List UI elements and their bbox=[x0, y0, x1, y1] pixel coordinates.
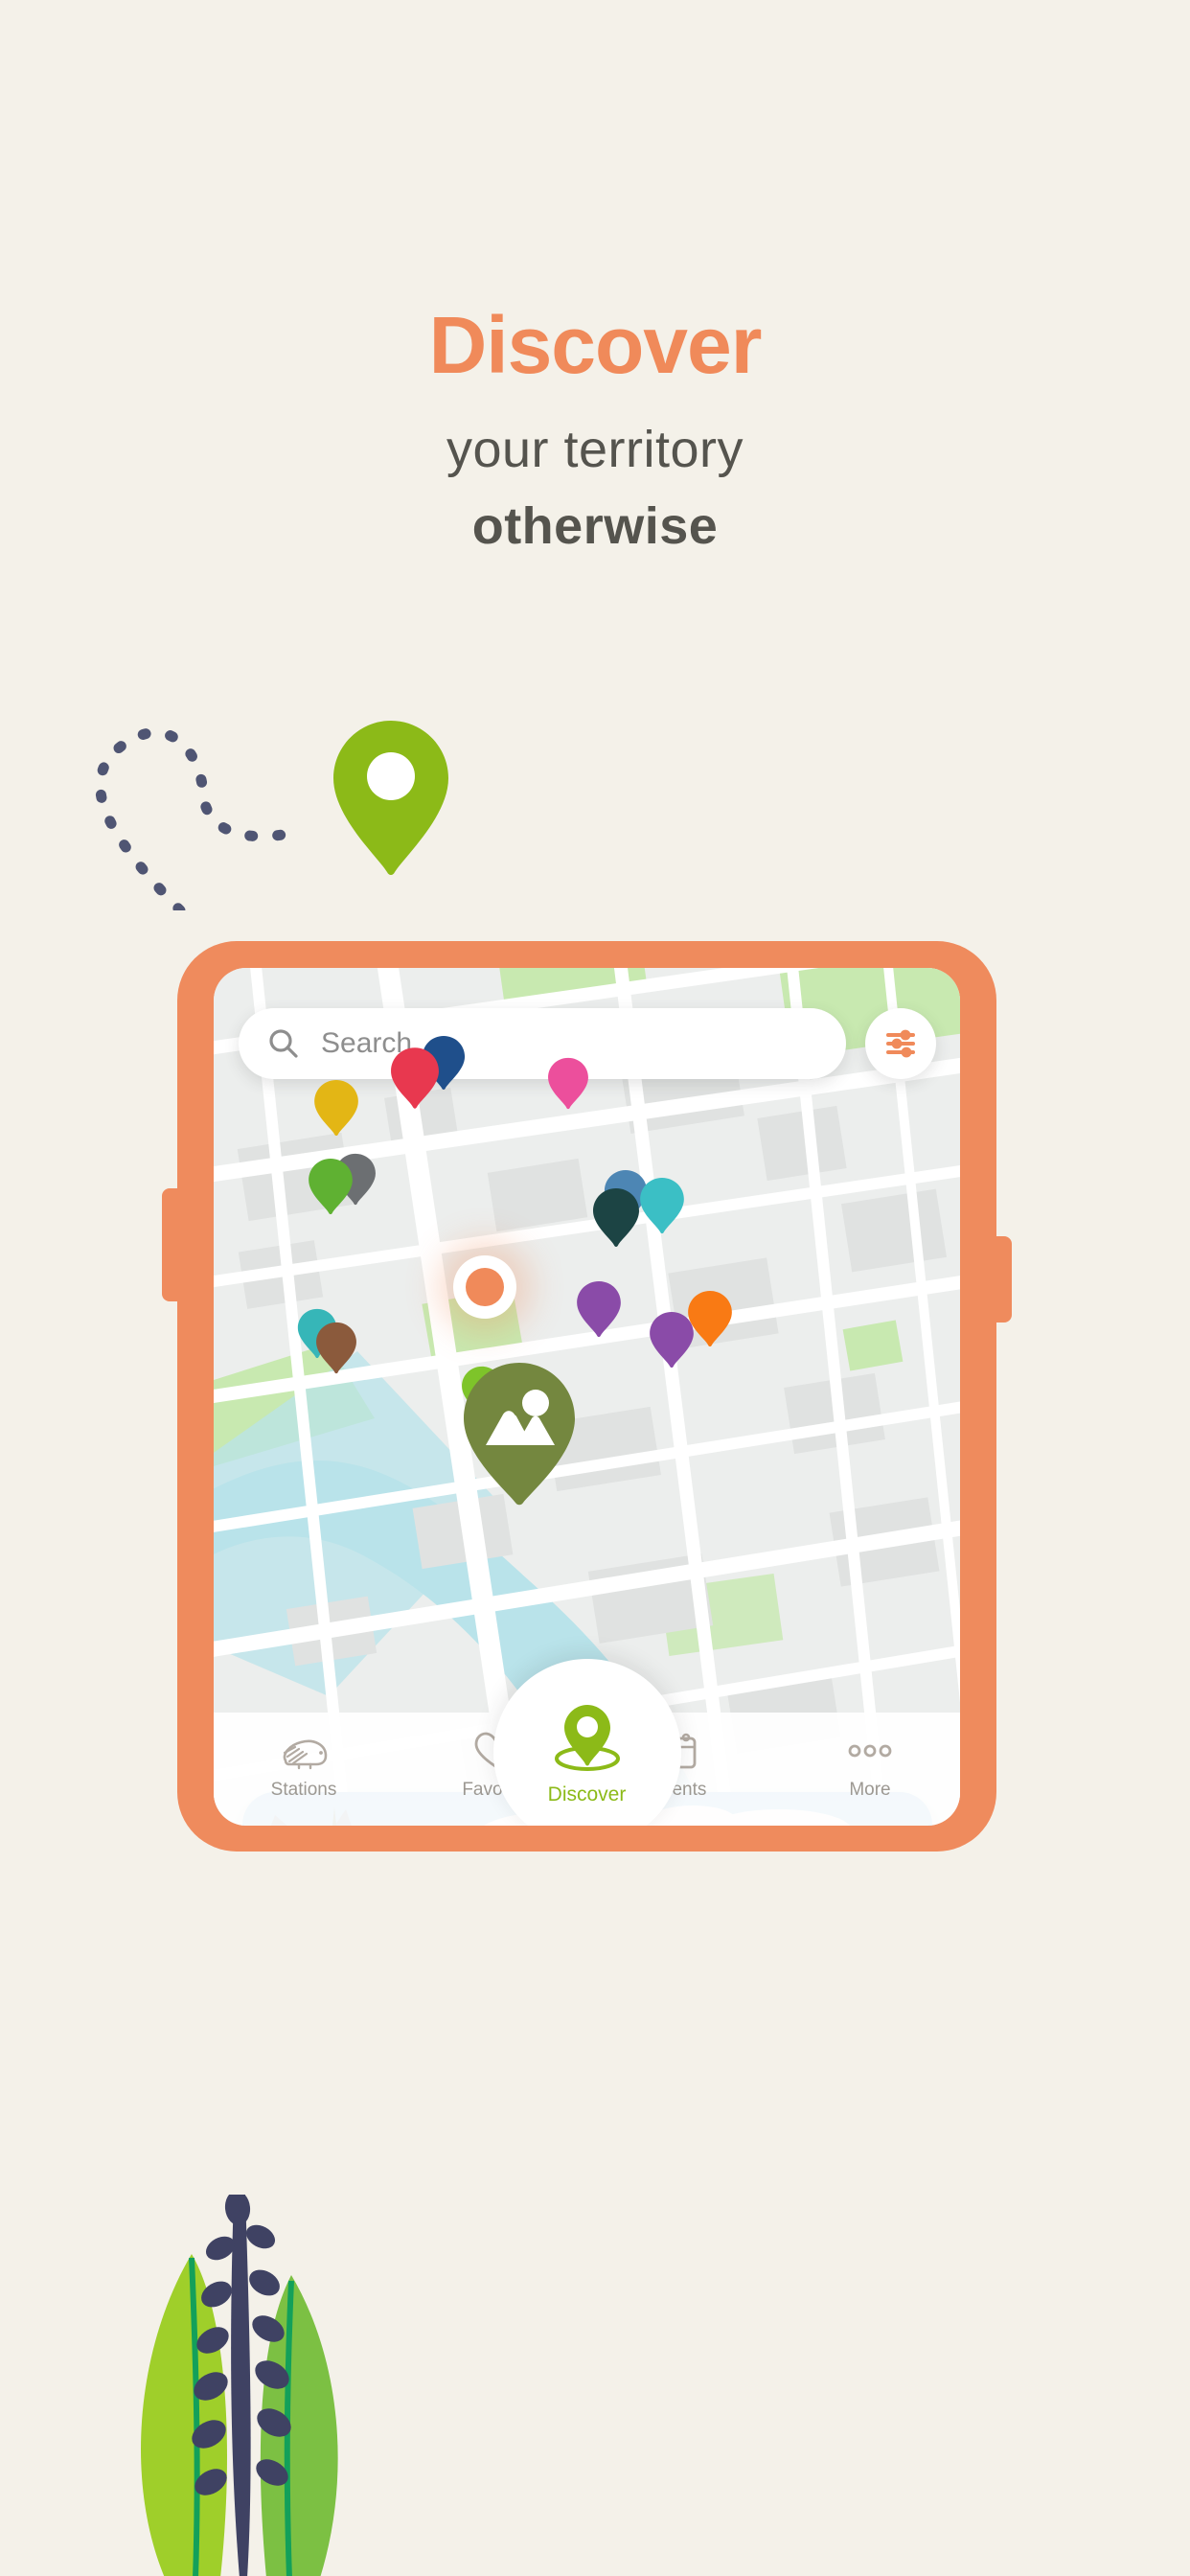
filter-button[interactable] bbox=[865, 1008, 936, 1079]
map-pin[interactable] bbox=[592, 1187, 640, 1248]
nav-label: Discover bbox=[547, 1783, 627, 1806]
map-pin[interactable] bbox=[687, 1290, 733, 1347]
map-pin[interactable] bbox=[313, 1079, 359, 1137]
phone-mockup: Search Stations Favorite Events More Dis… bbox=[162, 941, 1012, 1852]
location-pin-icon bbox=[554, 1705, 620, 1771]
dots-icon bbox=[848, 1744, 892, 1758]
bottom-navigation-bar: Stations Favorite Events More Discover bbox=[214, 1659, 960, 1826]
dashed-route-path bbox=[95, 726, 303, 910]
phone-volume-button[interactable] bbox=[162, 1188, 181, 1301]
nav-item-more[interactable]: More bbox=[805, 1730, 935, 1801]
promo-screenshot: Discover your territory otherwise Search… bbox=[0, 0, 1190, 2576]
nav-label: More bbox=[849, 1780, 891, 1800]
user-location-dot[interactable] bbox=[453, 1255, 516, 1319]
decorative-leaves bbox=[141, 2195, 338, 2576]
map-pin[interactable] bbox=[576, 1280, 622, 1338]
phone-power-button[interactable] bbox=[993, 1236, 1012, 1322]
sliders-icon bbox=[886, 1029, 915, 1058]
search-icon bbox=[269, 1029, 298, 1058]
map-pin-icon bbox=[333, 721, 448, 875]
hero-subtitle-line-1: your territory bbox=[446, 421, 744, 478]
map-pin[interactable] bbox=[315, 1322, 357, 1374]
map-pin[interactable] bbox=[390, 1046, 440, 1110]
page-title: Discover bbox=[428, 300, 763, 390]
featured-map-pin[interactable] bbox=[461, 1361, 578, 1506]
app-screen: Search Stations Favorite Events More Dis… bbox=[214, 968, 960, 1826]
nav-item-stations[interactable]: Stations bbox=[239, 1730, 369, 1801]
nav-label: Stations bbox=[270, 1780, 337, 1800]
hero-subtitle-line-2: otherwise bbox=[471, 497, 719, 555]
map-pin[interactable] bbox=[639, 1177, 685, 1234]
map-pin[interactable] bbox=[547, 1057, 589, 1110]
search-input[interactable]: Search bbox=[239, 1008, 846, 1079]
map-pin[interactable] bbox=[308, 1158, 354, 1215]
hedgehog-icon bbox=[283, 1739, 328, 1770]
hero-text-block: Discover your territory otherwise bbox=[0, 305, 1190, 556]
